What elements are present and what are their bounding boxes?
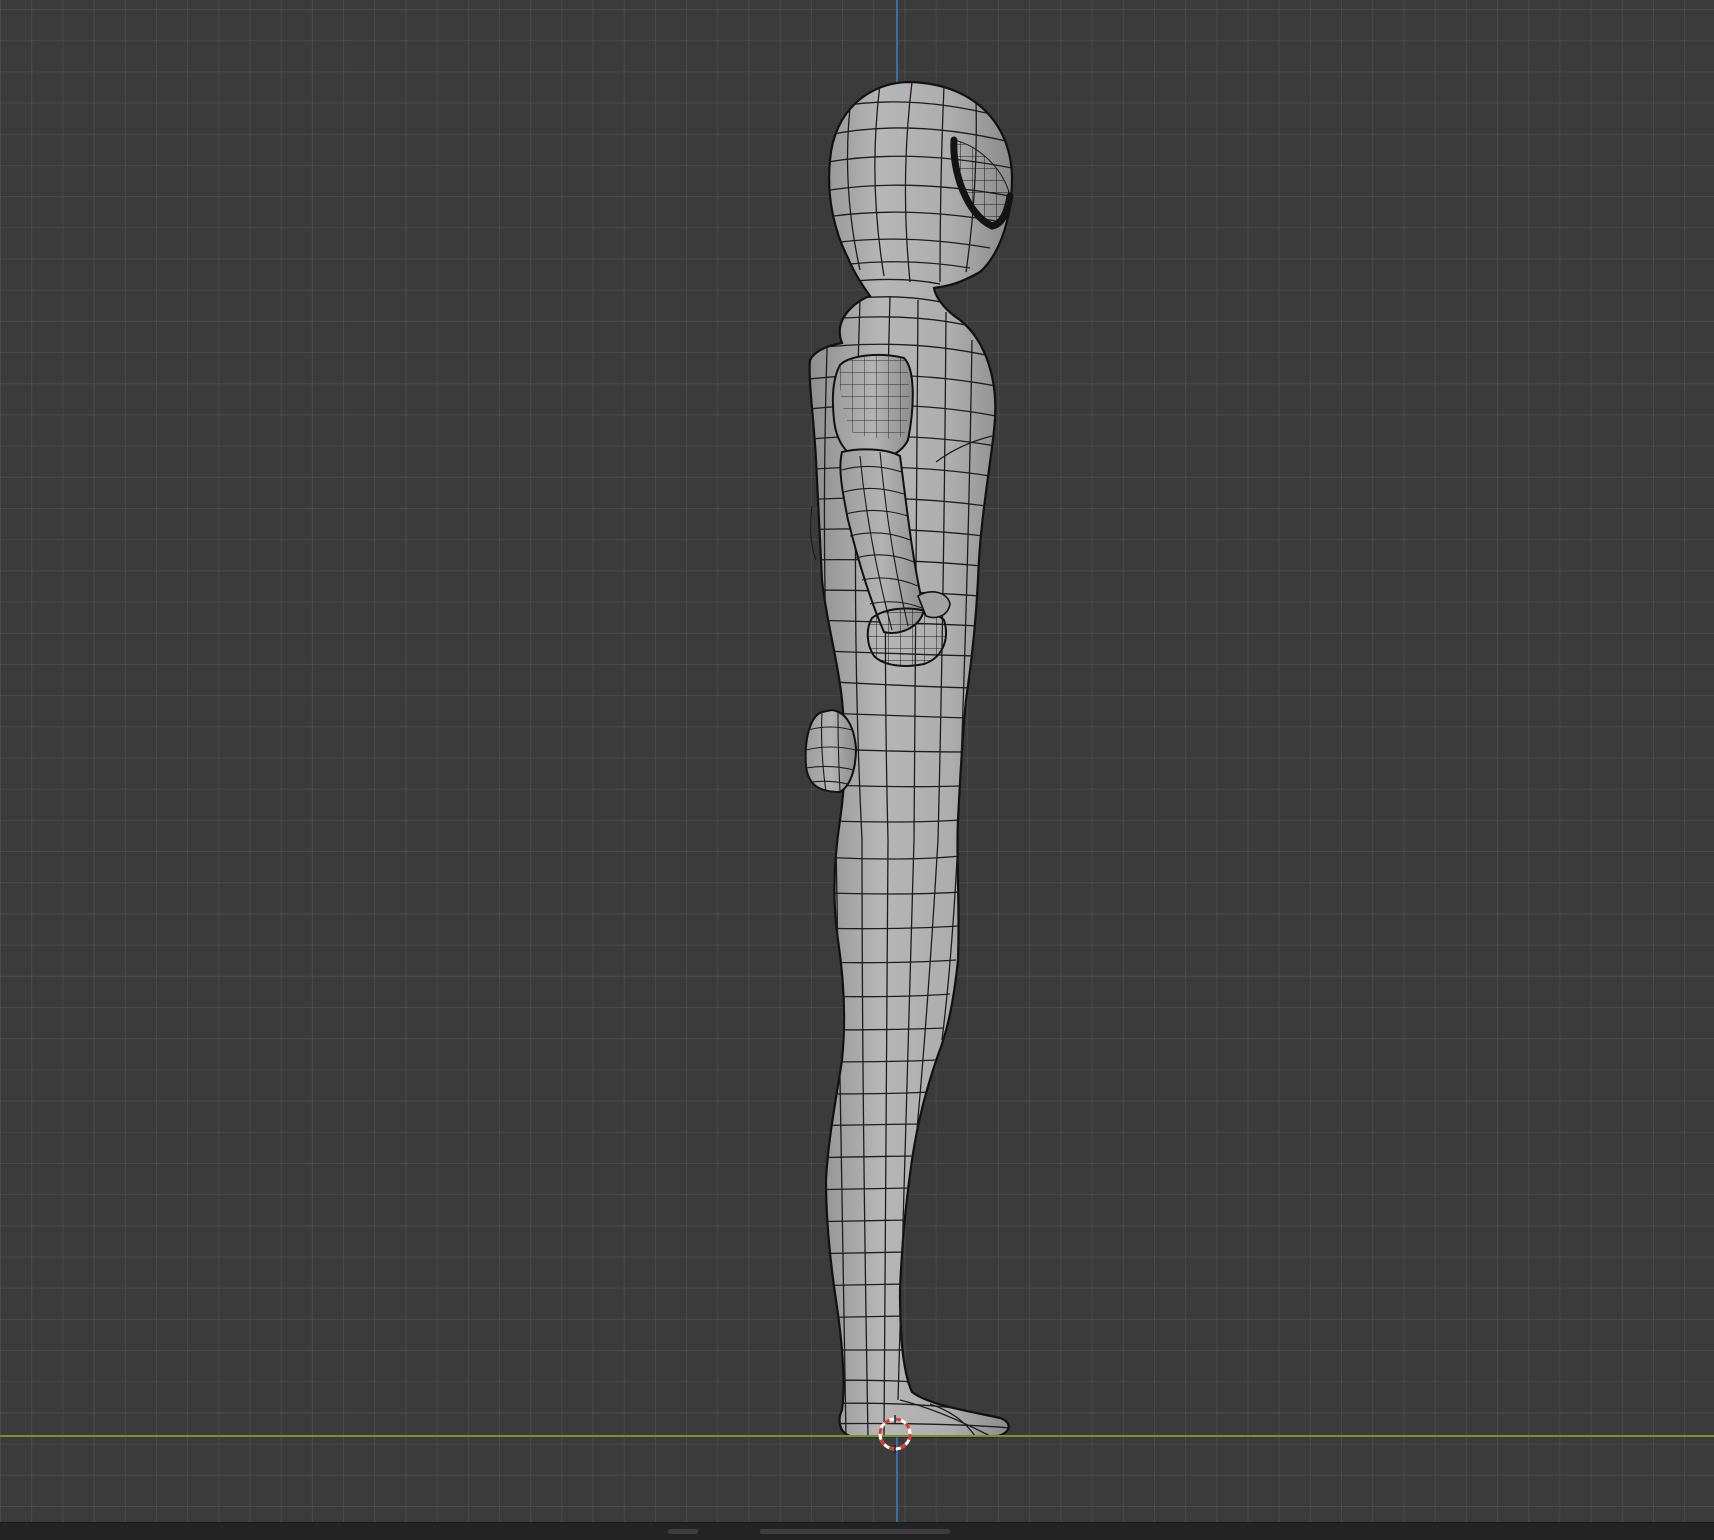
3d-cursor-icon[interactable] (876, 1415, 914, 1453)
status-segment (760, 1529, 950, 1534)
model-canvas[interactable] (0, 0, 1714, 1522)
status-bar (0, 1522, 1714, 1540)
y-axis-line (0, 1435, 1714, 1437)
status-segment (668, 1529, 698, 1534)
3d-viewport[interactable] (0, 0, 1714, 1522)
back-hand[interactable] (804, 708, 858, 794)
